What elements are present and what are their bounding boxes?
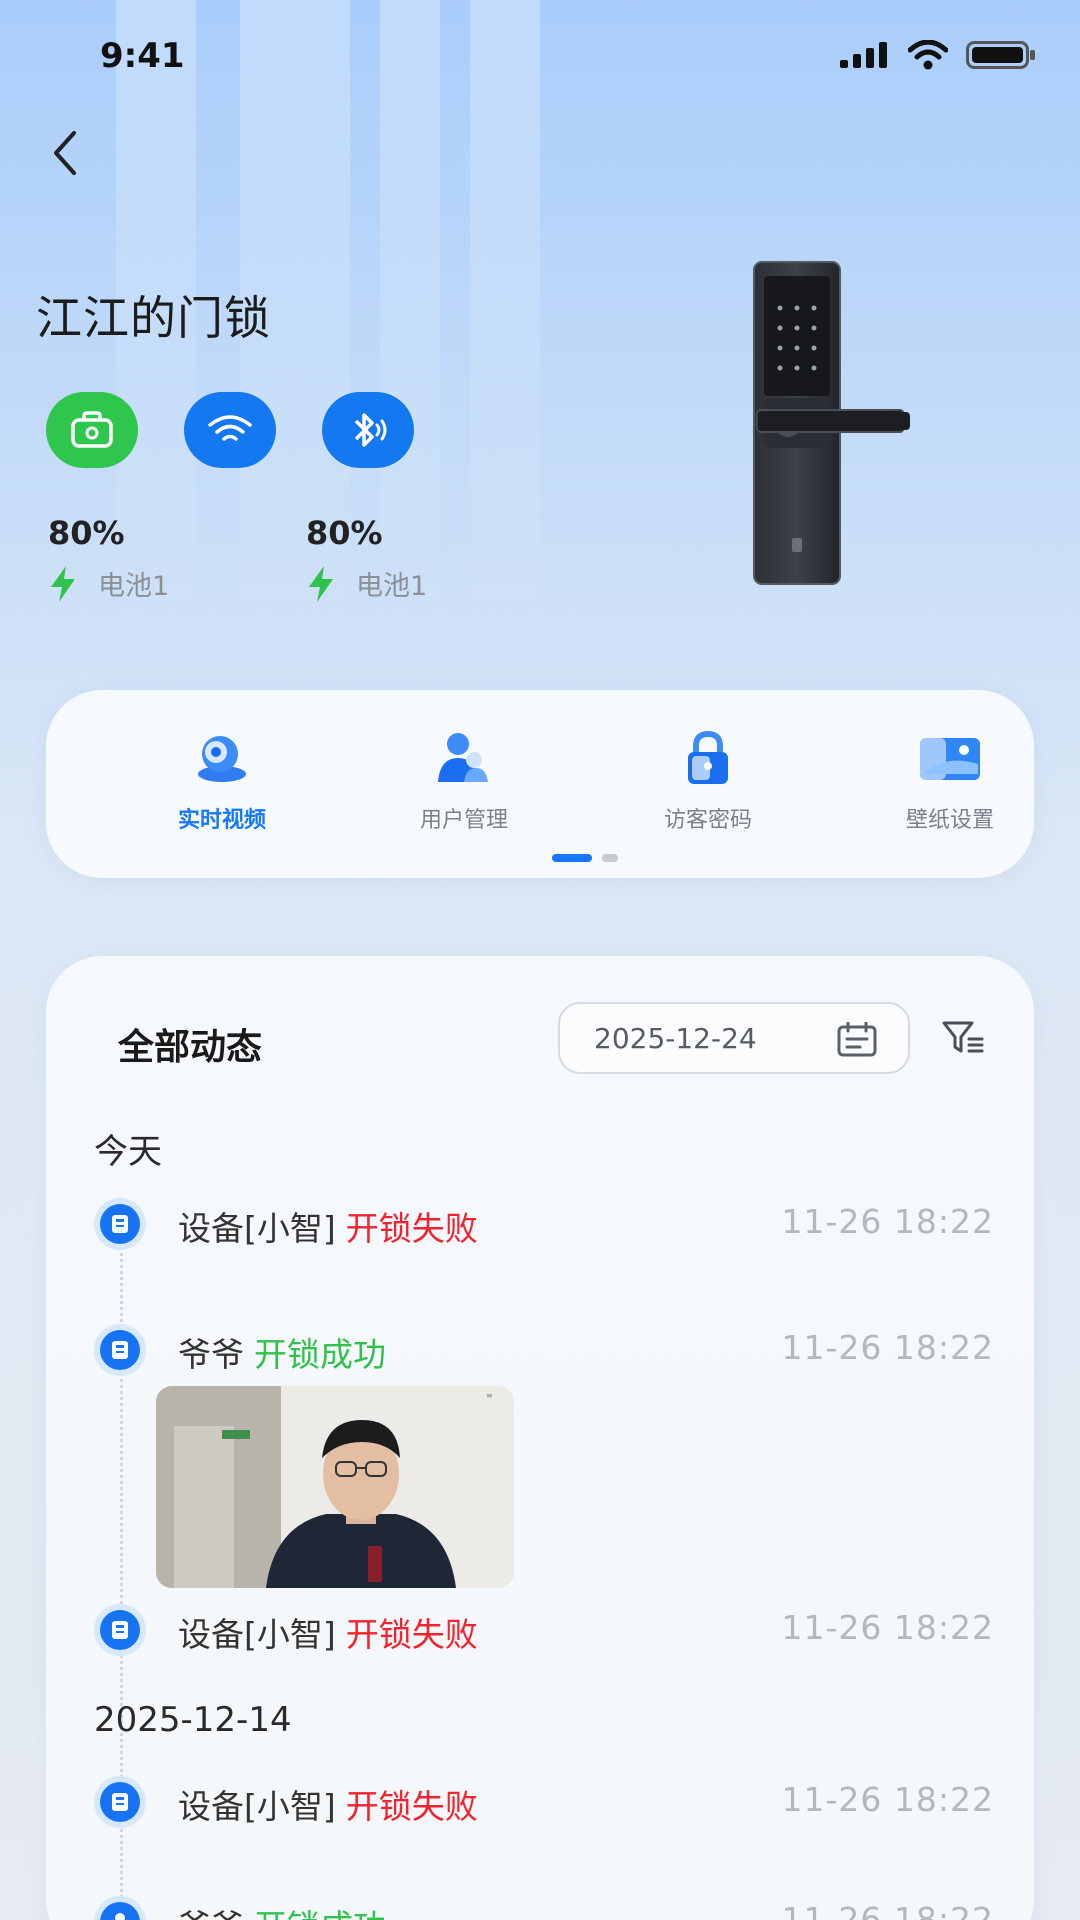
status-bar: 9:41 (0, 0, 1080, 120)
door-lock-image (753, 261, 910, 585)
page-dot (602, 854, 618, 862)
action-label: 壁纸设置 (905, 808, 994, 833)
battery-2: 80% 电池1 (306, 514, 427, 603)
wallpaper-icon (920, 738, 980, 780)
lightning-icon (51, 565, 75, 602)
device-title: 江江的门锁 (36, 291, 271, 345)
bluetooth-icon (354, 413, 387, 447)
visitor-snapshot[interactable]: ≡ (156, 1386, 514, 1588)
wifi-status-icon (908, 40, 948, 70)
filter-button[interactable] (936, 1012, 990, 1062)
battery-label: 电池1 (356, 571, 428, 602)
action-label: 用户管理 (419, 808, 508, 833)
event-actor: 设备[小智] (178, 1787, 336, 1826)
chevron-left-icon (54, 131, 76, 175)
svg-text:≡: ≡ (486, 1391, 493, 1400)
event-status: 开锁成功 (254, 1335, 386, 1374)
event-time: 11-26 18:22 (781, 1202, 994, 1241)
battery-1: 80% 电池1 (48, 514, 169, 603)
back-button[interactable] (40, 128, 90, 178)
device-event-icon (94, 1198, 146, 1250)
action-label: 实时视频 (177, 808, 266, 833)
date-picker[interactable]: 2025-12-24 (558, 1002, 910, 1074)
activity-event[interactable]: 设备[小智] 开锁失败 11-26 18:22 (94, 1772, 994, 1828)
cellular-signal-icon (840, 42, 887, 68)
action-live-video[interactable]: 实时视频 (122, 730, 322, 834)
quick-actions-card: 实时视频 用户管理 访客密码 壁纸设置 (46, 690, 1034, 878)
device-event-icon (94, 1604, 146, 1656)
video-icon (198, 736, 246, 782)
event-status: 开锁失败 (345, 1787, 478, 1826)
lightning-icon (309, 565, 333, 602)
event-status: 开锁成功 (254, 1907, 386, 1920)
action-wallpaper-settings[interactable]: 壁纸设置 (850, 730, 1050, 834)
padlock-icon (688, 730, 728, 784)
lock-status-icon (71, 411, 113, 448)
event-actor: 设备[小智] (178, 1615, 336, 1654)
date-value: 2025-12-24 (594, 1021, 757, 1055)
battery-label: 电池1 (98, 571, 170, 602)
users-icon (438, 733, 488, 782)
group-header: 今天 (94, 1132, 162, 1172)
event-time: 11-26 18:22 (781, 1780, 994, 1819)
user-event-icon (94, 1896, 146, 1920)
event-status: 开锁失败 (345, 1209, 478, 1248)
wifi-icon (208, 415, 252, 441)
activity-event[interactable]: 爷爷开锁成功 11-26 18:22 (94, 1320, 994, 1376)
page-dot-active (552, 854, 592, 862)
event-actor: 爷爷 (178, 1907, 244, 1920)
group-header: 2025-12-14 (94, 1700, 292, 1740)
action-visitor-password[interactable]: 访客密码 (608, 730, 808, 834)
status-time: 9:41 (100, 36, 185, 76)
battery-percent: 80% (306, 514, 383, 552)
filter-icon (942, 1021, 984, 1053)
wifi-indicator[interactable] (184, 392, 276, 468)
activity-event[interactable]: 设备[小智] 开锁失败 11-26 18:22 (94, 1600, 994, 1656)
page-indicator (552, 854, 618, 862)
activity-event[interactable]: 爷爷开锁成功 11-26 18:22 (94, 1892, 994, 1920)
status-icons (840, 40, 1036, 70)
event-status: 开锁失败 (345, 1615, 478, 1654)
event-actor: 设备[小智] (178, 1209, 336, 1248)
device-event-icon (94, 1324, 146, 1376)
activity-card: 全部动态 2025-12-24 今天 设备[小智] 开锁失败 11-26 18:2… (46, 956, 1034, 1920)
event-time: 11-26 18:22 (781, 1328, 994, 1367)
event-time: 11-26 18:22 (781, 1900, 994, 1920)
lock-status-indicator[interactable] (46, 392, 138, 468)
event-time: 11-26 18:22 (781, 1608, 994, 1647)
bluetooth-indicator[interactable] (322, 392, 414, 468)
action-user-management[interactable]: 用户管理 (364, 730, 564, 834)
device-event-icon (94, 1776, 146, 1828)
action-label: 访客密码 (663, 808, 752, 833)
connection-status-row (46, 392, 414, 468)
activity-event[interactable]: 设备[小智] 开锁失败 11-26 18:22 (94, 1194, 994, 1250)
calendar-icon (837, 1022, 877, 1057)
battery-status-icon (966, 41, 1035, 69)
battery-percent: 80% (48, 514, 125, 552)
activity-title: 全部动态 (118, 1027, 263, 1068)
event-actor: 爷爷 (178, 1335, 244, 1374)
